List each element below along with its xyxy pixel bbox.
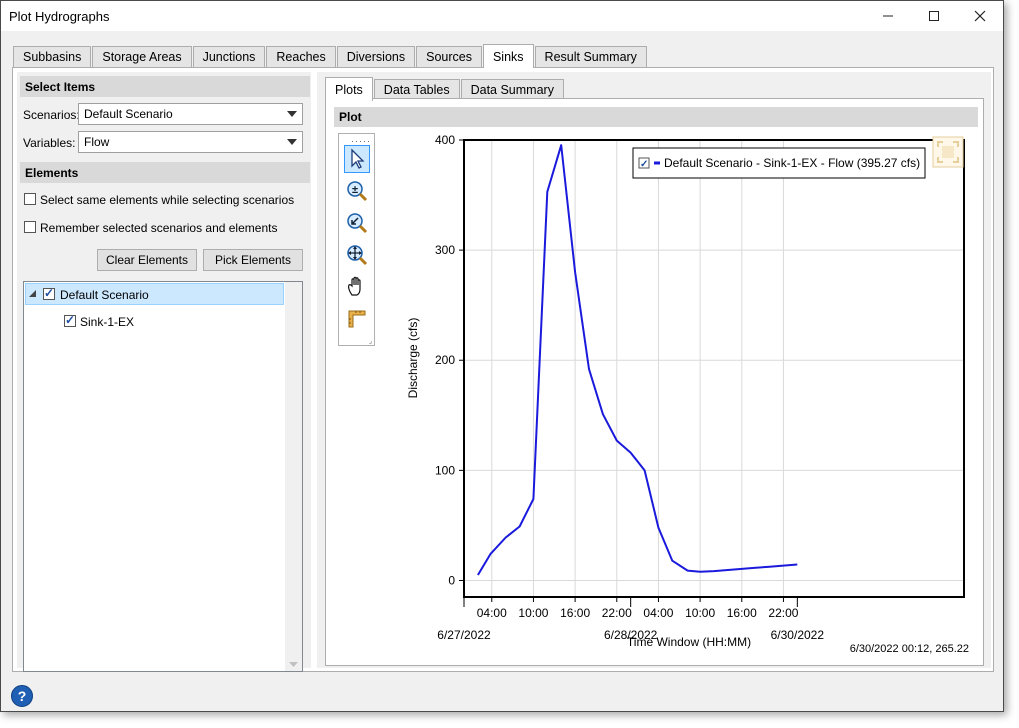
zoom-extents-tool-button[interactable] [344,241,370,269]
variables-dropdown[interactable]: Flow [78,131,303,153]
variables-value: Flow [84,135,110,149]
help-button[interactable]: ? [11,685,33,707]
x-axis-label: Time Window (HH:MM) [627,635,751,649]
cursor-readout: 6/30/2022 00:12, 265.22 [850,643,969,655]
zoom-back-icon [347,213,368,234]
tab-plots[interactable]: Plots [325,77,373,101]
chevron-down-icon [287,139,297,145]
pan-hand-icon [348,276,361,296]
zoom-plus-minus-icon: ± [347,181,368,202]
x-tick-label: 16:00 [560,606,590,620]
pan-tool-button[interactable] [344,273,370,301]
x-date-label: 6/30/2022 [771,628,825,642]
y-tick-label: 200 [435,353,455,367]
y-tick-label: 0 [448,573,455,587]
pick-elements-button[interactable]: Pick Elements [203,249,303,271]
x-date-label: 6/27/2022 [437,628,491,642]
svg-text:±: ± [352,184,358,196]
x-tick-label: 04:00 [477,606,507,620]
clear-elements-button[interactable]: Clear Elements [97,249,197,271]
y-tick-label: 100 [435,463,455,477]
same-elements-checkbox[interactable] [24,193,36,205]
measure-tool-button[interactable] [344,305,370,333]
fit-to-window-icon[interactable] [932,136,964,168]
tab-junctions[interactable]: Junctions [192,46,266,67]
same-elements-label: Select same elements while selecting sce… [40,193,295,207]
chart-legend[interactable]: ✓ Default Scenario - Sink-1-EX - Flow (3… [632,147,926,179]
scenarios-label: Scenarios: [23,108,80,122]
remember-selection-checkbox[interactable] [24,221,36,233]
x-tick-label: 22:00 [768,606,798,620]
tab-subbasins[interactable]: Subbasins [13,46,92,67]
tab-result-summary[interactable]: Result Summary [534,46,647,67]
scenarios-dropdown[interactable]: Default Scenario [78,103,303,125]
plots-panel: Plot ····· ± ⌟ 0 100 200 300 400 04:00 1… [325,98,984,666]
right-plot-pane: Plots Data Tables Data Summary Plot ····… [317,72,991,668]
y-tick-label: 300 [435,243,455,257]
tree-scrollbar[interactable] [285,282,302,671]
pointer-icon [351,148,365,169]
plot-toolbar: ····· ± ⌟ [338,133,375,346]
legend-check-mark: ✓ [640,159,648,170]
tab-reaches[interactable]: Reaches [266,46,336,67]
x-tick-label: 04:00 [643,606,673,620]
tab-sinks[interactable]: Sinks [482,44,534,68]
window-title: Plot Hydrographs [9,9,110,24]
x-tick-label: 10:00 [685,606,715,620]
maximize-icon [929,11,939,21]
measure-icon [348,310,366,328]
tab-storage-areas[interactable]: Storage Areas [92,46,192,67]
tree-root-label: Default Scenario [60,288,149,302]
y-tick-label: 400 [435,133,455,147]
zoom-extents-icon [347,245,368,266]
x-tick-label: 10:00 [518,606,548,620]
scenarios-value: Default Scenario [84,107,173,121]
sink-1-ex-checkbox[interactable] [64,313,76,327]
tree-child-label: Sink-1-EX [80,315,135,329]
tab-data-tables[interactable]: Data Tables [373,79,460,100]
tab-sources[interactable]: Sources [416,46,482,67]
y-axis-ticks: 0 100 200 300 400 [435,133,464,587]
title-bar: Plot Hydrographs [1,1,1003,31]
close-icon [974,10,986,22]
plot-header: Plot [334,107,978,127]
tab-data-summary[interactable]: Data Summary [460,79,564,100]
expand-triangle-icon[interactable] [29,290,37,298]
close-button[interactable] [957,1,1003,31]
select-items-header: Select Items [20,76,310,97]
zoom-back-tool-button[interactable] [344,209,370,237]
y-axis-label: Discharge (cfs) [406,318,420,399]
help-icon: ? [17,688,27,704]
maximize-button[interactable] [911,1,957,31]
default-scenario-checkbox[interactable] [43,286,55,300]
chevron-down-icon [287,111,297,117]
pointer-tool-button[interactable] [344,145,370,173]
x-tick-label: 22:00 [602,606,632,620]
left-selection-pane: Select Items Scenarios: Default Scenario… [17,72,311,672]
x-tick-label: 16:00 [727,606,757,620]
toolbar-resize-icon[interactable]: ⌟ [369,337,372,345]
hydrograph-chart[interactable]: 0 100 200 300 400 04:00 10:00 16:00 22:00 04:00 1… [376,133,980,663]
scroll-down-icon[interactable] [289,662,298,668]
plot-hydrographs-window: Plot Hydrographs Subbasins Storage Areas… [0,0,1004,712]
remember-selection-label: Remember selected scenarios and elements [40,221,278,235]
minimize-icon [883,15,893,17]
elements-header: Elements [20,162,310,183]
sinks-panel: Select Items Scenarios: Default Scenario… [12,67,994,672]
element-type-tabs: Subbasins Storage Areas Junctions Reache… [13,44,648,68]
elements-tree: Default Scenario Sink-1-EX [23,281,303,672]
minimize-button[interactable] [865,1,911,31]
legend-series-name: Default Scenario - Sink-1-EX - Flow (395… [664,156,920,170]
variables-label: Variables: [23,136,76,150]
plot-view-tabs: Plots Data Tables Data Summary [325,77,565,101]
zoom-in-out-tool-button[interactable]: ± [344,177,370,205]
tab-diversions[interactable]: Diversions [336,46,416,67]
